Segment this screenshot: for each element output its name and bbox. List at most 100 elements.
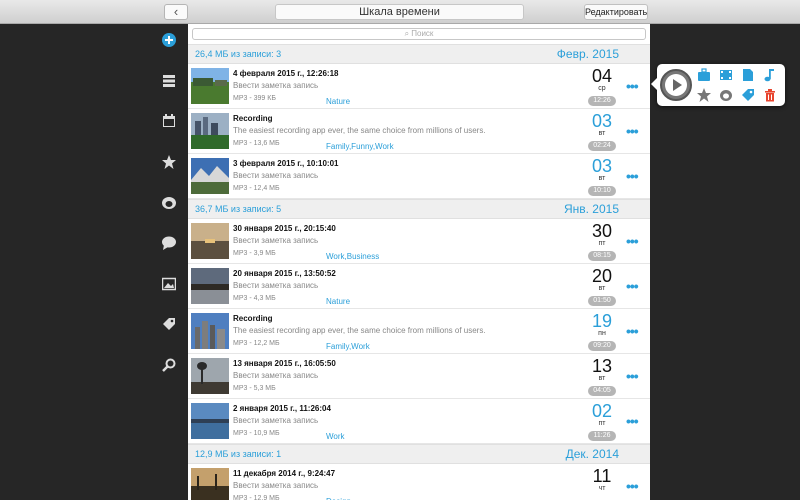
recording-note: The easiest recording app ever, the same… [233,326,486,335]
recording-row[interactable]: 30 января 2015 г., 20:15:40 Ввести заметк… [188,219,650,264]
timeline-list[interactable]: ⌕ Поиск 26,4 МБ из записи: 3 Февр. 2015 4 … [188,24,650,500]
recording-row[interactable]: 4 февраля 2015 г., 12:26:18 Ввести заметк… [188,64,650,109]
duration-badge: 04:05 [588,386,616,396]
recording-note: Ввести заметка запись [233,416,319,425]
search-placeholder: Поиск [411,29,434,38]
section-size-label: 36,7 МБ из записи: 5 [195,204,282,214]
cloud-icon[interactable] [719,88,733,102]
document-icon[interactable] [741,68,755,82]
recording-row[interactable]: 13 января 2015 г., 16:05:50 Ввести заметк… [188,354,650,399]
recording-size: MP3 - 399 КБ [233,95,276,102]
recording-row[interactable]: 11 декабря 2014 г., 9:24:47 Ввести заметк… [188,464,650,500]
recording-tags[interactable]: Work [326,432,345,441]
toolbar: ‹ Шкала времени Редактировать [0,0,800,24]
recording-title: 13 января 2015 г., 16:05:50 [233,359,336,368]
more-options-button[interactable]: ••• [626,278,639,294]
actions-popover [651,64,785,106]
briefcase-icon[interactable] [697,68,711,82]
recording-tags[interactable]: Work,Business [326,252,379,261]
recording-row[interactable]: 3 февраля 2015 г., 10:10:01 Ввести заметк… [188,154,650,199]
recording-note: Ввести заметка запись [233,81,319,90]
more-options-button[interactable]: ••• [626,478,639,494]
thumbnail-image [191,223,229,259]
recording-row[interactable]: 20 января 2015 г., 13:50:52 Ввести заметк… [188,264,650,309]
recording-size: MP3 - 3,9 МБ [233,250,276,257]
play-button[interactable] [660,69,692,101]
recording-note: Ввести заметка запись [233,281,319,290]
section-size-label: 12,9 МБ из записи: 1 [195,449,282,459]
recording-tags[interactable]: Nature [326,97,350,106]
thumbnail-image [191,358,229,394]
recording-title: Recording [233,114,273,123]
section-month-label: Дек. 2014 [565,447,619,461]
recording-size: MP3 - 10,9 МБ [233,430,280,437]
image-icon[interactable] [161,276,177,292]
chat-icon[interactable] [161,235,177,251]
add-icon[interactable] [161,32,177,48]
section-header: 26,4 МБ из записи: 3 Февр. 2015 [188,44,650,64]
trash-icon[interactable] [763,88,777,102]
star-icon[interactable] [161,154,177,170]
weekday-label: пт [598,420,606,427]
recording-tags[interactable]: Family,Work [326,342,370,351]
search-icon[interactable] [161,357,177,373]
tag-icon[interactable] [741,88,755,102]
weekday-label: вт [598,285,606,292]
section-header: 36,7 МБ из записи: 5 Янв. 2015 [188,199,650,219]
more-options-button[interactable]: ••• [626,413,639,429]
section-month-label: Янв. 2015 [563,202,619,216]
recording-title: 20 января 2015 г., 13:50:52 [233,269,336,278]
thumbnail-image [191,158,229,194]
recording-row[interactable]: Recording The easiest recording app ever,… [188,309,650,354]
star-icon[interactable] [697,88,711,102]
duration-badge: 02:24 [588,141,616,151]
recording-tags[interactable]: Family,Funny,Work [326,142,394,151]
weekday-label: вт [598,130,606,137]
section-header: 12,9 МБ из записи: 1 Дек. 2014 [188,444,650,464]
recording-title: Recording [233,314,273,323]
weekday-label: ср [598,85,606,92]
weekday-label: вт [598,375,606,382]
weekday-label: пн [598,330,606,337]
back-button[interactable]: ‹ [164,4,188,20]
recording-size: MP3 - 5,3 МБ [233,385,276,392]
recording-note: Ввести заметка запись [233,171,319,180]
more-options-button[interactable]: ••• [626,368,639,384]
recording-title: 2 января 2015 г., 11:26:04 [233,404,331,413]
sidebar [150,24,188,500]
music-icon[interactable] [763,68,777,82]
duration-badge: 11:26 [588,431,616,441]
day-number: 20 [591,266,613,286]
day-number: 19 [591,311,613,331]
search-input[interactable]: ⌕ Поиск [192,28,646,40]
thumbnail-image [191,403,229,439]
more-options-button[interactable]: ••• [626,168,639,184]
recording-title: 3 февраля 2015 г., 10:10:01 [233,159,339,168]
thumbnail-image [191,313,229,349]
recording-tags[interactable]: Nature [326,297,350,306]
thumbnail-image [191,68,229,104]
recording-size: MP3 - 12,2 МБ [233,340,280,347]
more-options-button[interactable]: ••• [626,78,639,94]
duration-badge: 01:50 [588,296,616,306]
film-icon[interactable] [719,68,733,82]
day-number: 03 [591,111,613,131]
day-number: 02 [591,401,613,421]
recording-row[interactable]: Recording The easiest recording app ever,… [188,109,650,154]
recording-title: 11 декабря 2014 г., 9:24:47 [233,469,336,478]
more-options-button[interactable]: ••• [626,233,639,249]
more-options-button[interactable]: ••• [626,323,639,339]
app-window: ‹ Шкала времени Редактировать ⌕ Поиск 26… [0,0,800,500]
section-month-label: Февр. 2015 [556,47,619,61]
calendar-icon[interactable] [161,113,177,129]
tag-icon[interactable] [161,316,177,332]
more-options-button[interactable]: ••• [626,123,639,139]
edit-button[interactable]: Редактировать [584,4,648,20]
cloud-icon[interactable] [161,195,177,211]
list-icon[interactable] [161,73,177,89]
recording-title: 30 января 2015 г., 20:15:40 [233,224,336,233]
recording-title: 4 февраля 2015 г., 12:26:18 [233,69,339,78]
recording-row[interactable]: 2 января 2015 г., 11:26:04 Ввести заметка… [188,399,650,444]
weekday-label: чт [598,485,606,492]
recording-size: MP3 - 12,4 МБ [233,185,280,192]
